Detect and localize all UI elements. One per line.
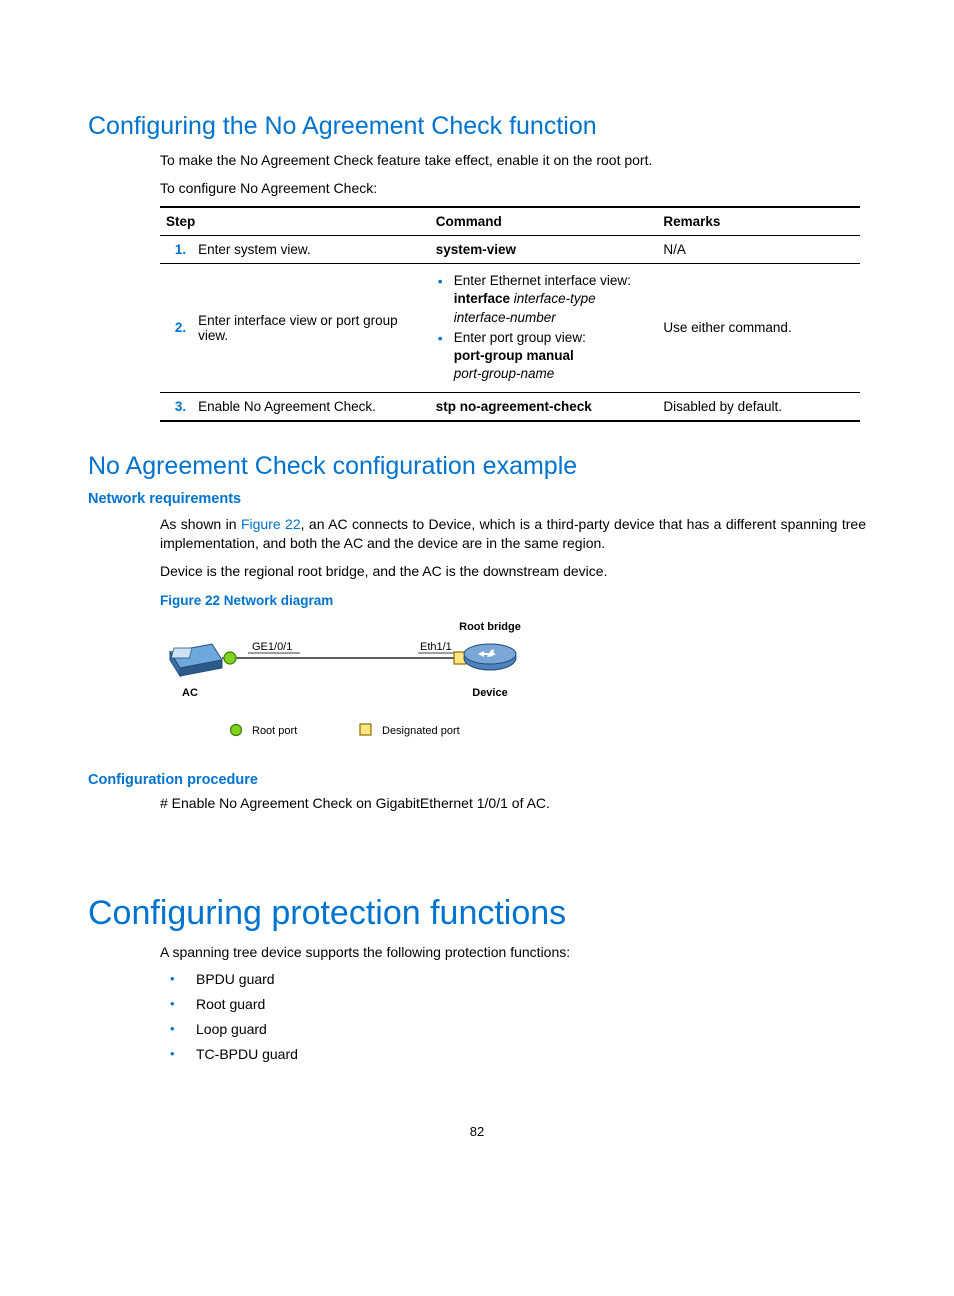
step-command: stp no-agreement-check [430, 392, 658, 421]
table-row: 3. Enable No Agreement Check. stp no-agr… [160, 392, 860, 421]
col-header-remarks: Remarks [657, 207, 860, 236]
protection-functions-list: BPDU guard Root guard Loop guard TC-BPDU… [160, 970, 866, 1064]
root-port-icon [224, 652, 236, 664]
paragraph: As shown in Figure 22, an AC connects to… [160, 515, 866, 554]
list-item: BPDU guard [160, 970, 866, 989]
step-description: Enable No Agreement Check. [192, 392, 430, 421]
subheading-configuration-procedure: Configuration procedure [88, 772, 866, 788]
step-description: Enter system view. [192, 236, 430, 264]
paragraph: Device is the regional root bridge, and … [160, 562, 866, 582]
col-header-step: Step [160, 207, 430, 236]
step-command: system-view [430, 236, 658, 264]
device-router-icon [464, 644, 516, 670]
link-figure-22[interactable]: Figure 22 [241, 516, 301, 532]
figure-caption: Figure 22 Network diagram [160, 593, 866, 608]
table-row: 1. Enter system view. system-view N/A [160, 236, 860, 264]
legend-designated-port-icon [360, 724, 371, 735]
list-item: Root guard [160, 995, 866, 1014]
svg-text:Device: Device [472, 687, 507, 699]
step-description: Enter interface view or port group view. [192, 264, 430, 392]
svg-text:GE1/0/1: GE1/0/1 [252, 641, 292, 653]
list-item: TC-BPDU guard [160, 1045, 866, 1064]
step-remarks: Use either command. [657, 264, 860, 392]
svg-text:Designated port: Designated port [382, 725, 460, 737]
table-row: 2. Enter interface view or port group vi… [160, 264, 860, 392]
svg-text:Root bridge: Root bridge [459, 621, 521, 633]
svg-text:Eth1/1: Eth1/1 [420, 641, 452, 653]
ac-device-icon [170, 644, 222, 676]
paragraph: To configure No Agreement Check: [160, 179, 866, 199]
subheading-network-requirements: Network requirements [88, 491, 866, 507]
step-number: 2. [160, 264, 192, 392]
list-item: Loop guard [160, 1020, 866, 1039]
paragraph: A spanning tree device supports the foll… [160, 943, 866, 963]
svg-text:Root port: Root port [252, 725, 297, 737]
svg-text:AC: AC [182, 687, 198, 699]
step-command: Enter Ethernet interface view: interface… [430, 264, 658, 392]
steps-table: Step Command Remarks 1. Enter system vie… [160, 206, 860, 421]
legend-root-port-icon [231, 725, 242, 736]
chapter-heading-configuring-protection-functions: Configuring protection functions [88, 894, 866, 933]
section-heading-configuring-no-agreement-check: Configuring the No Agreement Check funct… [88, 112, 866, 141]
paragraph: # Enable No Agreement Check on GigabitEt… [160, 794, 866, 814]
step-number: 3. [160, 392, 192, 421]
page-number: 82 [88, 1124, 866, 1139]
paragraph: To make the No Agreement Check feature t… [160, 151, 866, 171]
step-remarks: Disabled by default. [657, 392, 860, 421]
step-number: 1. [160, 236, 192, 264]
step-remarks: N/A [657, 236, 860, 264]
col-header-command: Command [430, 207, 658, 236]
section-heading-no-agreement-check-example: No Agreement Check configuration example [88, 452, 866, 481]
network-diagram: Root bridge GE1/0/1 Eth1/1 [160, 618, 580, 748]
